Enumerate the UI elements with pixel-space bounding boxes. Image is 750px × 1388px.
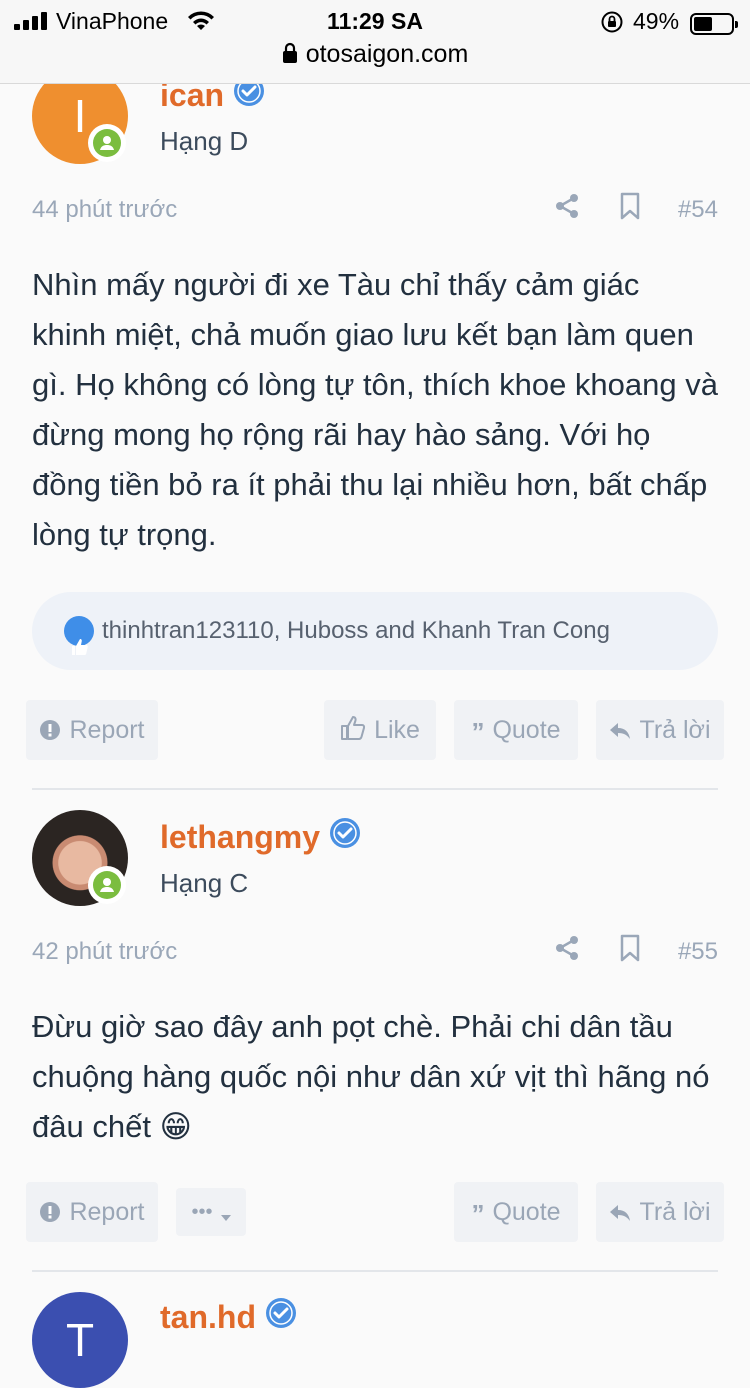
reply-icon <box>609 1185 631 1245</box>
post-time[interactable]: 42 phút trước <box>32 938 177 966</box>
report-button[interactable]: Report <box>26 1182 158 1242</box>
like-button[interactable]: Like <box>324 700 436 760</box>
post-time[interactable]: 44 phút trước <box>32 196 177 224</box>
username[interactable]: tan.hd <box>160 1296 298 1338</box>
post-actions: #54 <box>555 192 718 227</box>
verified-icon <box>264 1296 298 1338</box>
alert-icon <box>39 1185 61 1245</box>
post-divider <box>32 788 718 790</box>
online-status-icon <box>88 866 126 904</box>
like-label: Like <box>374 716 420 744</box>
reply-icon <box>609 703 631 763</box>
more-label: ••• <box>191 1201 213 1223</box>
reply-label: Trả lời <box>639 1198 711 1226</box>
quote-label: Quote <box>492 1198 561 1226</box>
reply-button[interactable]: Trả lời <box>596 1182 724 1242</box>
battery-icon <box>690 13 738 35</box>
bookmark-icon[interactable] <box>619 934 641 969</box>
quote-label: Quote <box>492 716 561 744</box>
reply-label: Trả lời <box>639 716 711 744</box>
user-rank: Hạng D <box>160 126 249 156</box>
avatar[interactable]: T <box>32 1292 128 1388</box>
battery-level <box>694 17 712 31</box>
avatar-letter: T <box>32 1292 128 1388</box>
quote-button[interactable]: ” Quote <box>454 1182 578 1242</box>
report-button[interactable]: Report <box>26 700 158 760</box>
address-bar[interactable]: otosaigon.com <box>0 40 750 71</box>
url-text[interactable]: otosaigon.com <box>306 40 469 68</box>
report-label: Report <box>69 716 145 744</box>
quote-icon: ” <box>471 1199 485 1229</box>
rotation-lock-icon <box>600 10 624 40</box>
padlock-icon <box>282 42 298 71</box>
username[interactable]: lethangmy <box>160 816 362 858</box>
post-actions: #55 <box>555 934 718 969</box>
avatar[interactable] <box>32 810 128 906</box>
report-label: Report <box>69 1198 145 1226</box>
share-icon[interactable] <box>555 193 579 226</box>
reactions-bar[interactable]: thinhtran123110, Huboss and Khanh Tran C… <box>32 592 718 670</box>
username-text[interactable]: lethangmy <box>160 819 320 855</box>
post-body: Nhìn mấy người đi xe Tàu chỉ thấy cảm gi… <box>32 267 718 552</box>
like-reaction-icon <box>64 616 94 655</box>
reply-button[interactable]: Trả lời <box>596 700 724 760</box>
post-number[interactable]: #54 <box>678 196 718 224</box>
share-icon[interactable] <box>555 935 579 968</box>
bookmark-icon[interactable] <box>619 192 641 227</box>
user-rank: Hạng C <box>160 868 249 898</box>
online-status-icon <box>88 124 126 162</box>
battery-percent: 49% <box>633 8 680 34</box>
post-body: Đừu giờ sao đây anh pọt chè. Phải chi dâ… <box>32 1002 722 1152</box>
thumbs-up-icon <box>340 703 366 763</box>
reactions-text[interactable]: thinhtran123110, Huboss and Khanh Tran C… <box>102 617 610 644</box>
browser-status-bar: VinaPhone 11:29 SA 49% otosaigon.com <box>0 0 750 84</box>
more-menu-button[interactable]: ••• <box>176 1188 246 1236</box>
verified-icon <box>328 816 362 858</box>
quote-button[interactable]: ” Quote <box>454 700 578 760</box>
alert-icon <box>39 703 61 763</box>
grin-emoji: 😁 <box>159 1109 192 1144</box>
username-text[interactable]: tan.hd <box>160 1299 256 1335</box>
quote-icon: ” <box>471 717 485 747</box>
post-number[interactable]: #55 <box>678 938 718 966</box>
post-divider <box>32 1270 718 1272</box>
chevron-down-icon <box>220 1191 231 1239</box>
post-body-text: Đừu giờ sao đây anh pọt chè. Phải chi dâ… <box>32 1009 710 1144</box>
